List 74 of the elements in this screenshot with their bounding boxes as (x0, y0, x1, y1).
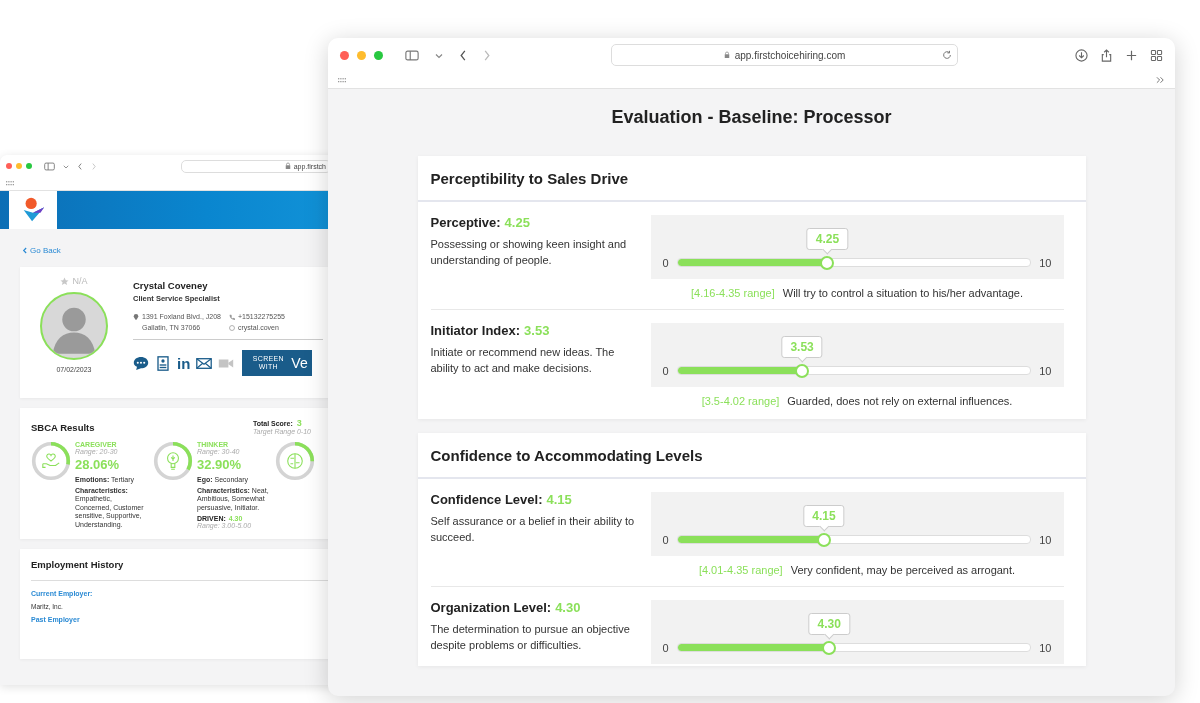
star-icon (60, 276, 70, 286)
pin-icon (133, 313, 139, 320)
max-label: 10 (1039, 257, 1052, 269)
forward-icon[interactable] (91, 162, 97, 170)
min-label: 0 (662, 257, 669, 269)
range-label: [3.5-4.02 range] (701, 395, 780, 407)
lock-icon (284, 162, 291, 170)
go-back-label[interactable]: Go Back (30, 246, 61, 255)
min-label: 0 (662, 365, 669, 377)
chevron-left-icon (22, 247, 27, 254)
metric-name: Organization Level: (430, 600, 552, 615)
rating-text: N/A (72, 276, 88, 286)
metric-score: 4.30 (555, 600, 581, 615)
lightbulb-icon (167, 452, 179, 470)
forward-icon[interactable] (483, 49, 491, 61)
metric-name: Confidence Level: (430, 492, 543, 507)
mail-icon[interactable] (196, 355, 213, 371)
range-label: [4.01-4.35 range] (698, 564, 783, 576)
slider-thumb[interactable] (820, 255, 835, 270)
candidate-name: Crystal Coveney (133, 280, 209, 291)
back-icon[interactable] (77, 162, 83, 170)
plus-icon[interactable] (1125, 48, 1138, 62)
metric-score: 3.53 (524, 323, 550, 338)
slider-thumb[interactable] (822, 640, 837, 655)
linkedin-icon[interactable]: in (177, 355, 191, 371)
close-button[interactable] (340, 50, 349, 60)
section-title: Confidence to Accommodating Levels (417, 433, 1086, 479)
minimize-button[interactable] (16, 163, 22, 169)
metric-score: 4.15 (546, 492, 572, 507)
double-chevron-icon[interactable] (1156, 76, 1165, 84)
sidebar-icon[interactable] (405, 49, 419, 61)
slider-thumb[interactable] (816, 532, 831, 547)
download-icon[interactable] (1075, 48, 1088, 62)
card-title: SBCA Results (31, 422, 95, 435)
share-icon[interactable] (1100, 48, 1113, 62)
metric-description: Initiate or recommend new ideas. The ability to act and make decisions. (430, 345, 616, 376)
close-button[interactable] (6, 163, 12, 169)
metric-name: Initiator Index: (430, 323, 521, 338)
apps-grid-icon[interactable] (6, 181, 14, 186)
metric-description: The determination to pursue an objective despite problems or difficulties. (430, 622, 631, 653)
max-label: 10 (1039, 642, 1052, 654)
max-label: 10 (1039, 534, 1052, 546)
minimize-button[interactable] (357, 50, 366, 60)
range-label: [4.16-4.35 range] (690, 287, 775, 299)
percent-value: 32.90% (197, 457, 243, 472)
min-label: 0 (662, 642, 669, 654)
page-title: Evaluation - Baseline: Processor (611, 107, 892, 128)
sidebar-icon[interactable] (44, 161, 55, 171)
metric-score: 4.25 (504, 215, 530, 230)
metric-description: Self assurance or a belief in their ability to succeed. (430, 514, 636, 545)
max-label: 10 (1039, 365, 1052, 377)
id-card-icon[interactable] (155, 355, 171, 371)
zoom-button[interactable] (26, 163, 32, 169)
tab-overview-icon[interactable] (1150, 48, 1163, 62)
range-note: Will try to control a situation to his/her advantage. (782, 287, 1024, 299)
total-score-value: 3 (296, 418, 302, 428)
zoom-button[interactable] (374, 50, 383, 60)
back-icon[interactable] (459, 49, 467, 61)
min-label: 0 (662, 534, 669, 546)
chat-icon[interactable] (133, 355, 149, 371)
phone-icon (229, 313, 235, 320)
apps-grid-icon[interactable] (338, 77, 346, 83)
lock-icon (723, 51, 730, 59)
slider-thumb[interactable] (795, 363, 810, 378)
range-note: Very confident, may be perceived as arrogant. (790, 564, 1016, 576)
address-bar[interactable]: app.firstchoicehiring.com (611, 44, 958, 66)
reload-icon[interactable] (942, 50, 952, 60)
percent-value: 28.06% (75, 457, 121, 472)
range-note: Guarded, does not rely on external influences. (787, 395, 1013, 407)
metric-description: Possessing or showing keen insight and understanding of people. (430, 237, 628, 268)
heart-hand-icon (42, 453, 60, 468)
go-back-link[interactable]: Go Back (22, 246, 61, 255)
section-title: Perceptibility to Sales Drive (417, 156, 1086, 202)
metric-name: Perceptive: (430, 215, 501, 230)
